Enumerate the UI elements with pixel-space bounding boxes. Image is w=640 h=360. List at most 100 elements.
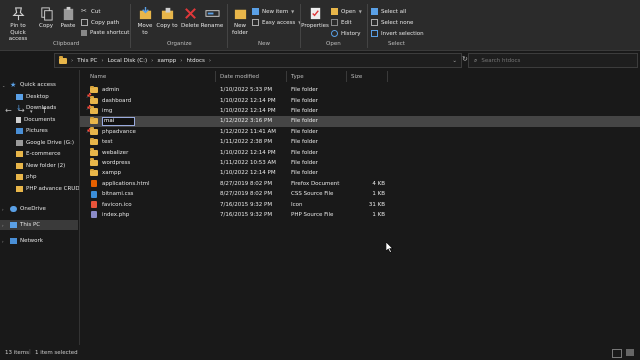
folder-icon [90,158,98,166]
pin-to-quick-access-button[interactable]: Pin to Quick access [4,6,32,43]
file-size [351,168,385,178]
network-icon [10,238,17,244]
properties-label: Properties [301,23,329,29]
table-row[interactable]: wordpress 1/11/2022 10:53 AM File folder [80,158,640,168]
table-row[interactable]: index.php 7/16/2015 9:32 PM PHP Source Fil… [80,210,640,220]
sidebar-item-label: php [26,174,37,180]
easy-access-label: Easy access [262,19,296,26]
breadcrumb-this-pc[interactable]: This PC [77,58,97,64]
address-dropdown-chevron-icon[interactable]: ⌄ [452,58,457,64]
delete-label: Delete [180,23,200,29]
sidebar-item-label: OneDrive [20,206,46,212]
select-none-label: Select none [381,19,414,26]
file-date: 8/27/2019 8:02 PM [220,191,273,198]
file-date: 1/11/2022 2:38 PM [220,139,273,146]
file-name-cell: wordpress [90,158,130,168]
breadcrumb-chevron-icon: › [180,57,183,64]
file-name: index.php [102,211,130,218]
expand-chevron-icon[interactable]: › [2,239,10,244]
sidebar-item-quick-access[interactable]: ⌄ ★ Quick access [0,80,78,90]
breadcrumb-local-disk[interactable]: Local Disk (C:) [108,58,148,64]
new-folder-icon [234,9,246,20]
copy-button[interactable]: Copy [36,6,56,30]
column-header-type[interactable]: Type [291,70,304,83]
new-item-button[interactable]: New item ▼ [252,8,294,15]
table-row[interactable]: phpadvance 1/12/2022 11:41 AM File folder [80,127,640,137]
properties-icon [310,7,320,20]
open-button[interactable]: Open ▼ [331,8,362,15]
table-row[interactable]: test 1/11/2022 2:38 PM File folder [80,137,640,147]
file-size [351,127,385,137]
folder-icon [16,185,23,192]
move-to-button[interactable]: Move to [134,6,156,36]
details-view-icon[interactable] [612,349,622,358]
column-header-size[interactable]: Size [351,70,362,83]
address-bar[interactable]: › This PC › Local Disk (C:) › xampp › ht… [54,53,462,68]
expand-chevron-icon[interactable]: ⌄ [2,83,10,88]
file-date: 8/27/2019 8:02 PM [220,180,273,187]
cut-button[interactable]: ✂ Cut [81,8,100,15]
file-type: File folder [291,159,318,166]
large-icons-view-icon[interactable] [626,349,634,356]
table-row-selected[interactable]: mai 1/12/2022 3:16 PM File folder [80,116,640,127]
breadcrumb-xampp[interactable]: xampp [157,58,176,64]
select-all-button[interactable]: Select all [371,8,406,15]
file-date: 7/16/2015 9:32 PM [220,211,273,218]
copy-to-button[interactable]: Copy to [156,6,178,30]
expand-chevron-icon[interactable]: › [2,207,10,212]
table-row[interactable]: img 1/10/2022 12:14 PM File folder [80,106,640,116]
ribbon-divider [227,4,228,48]
sidebar-item-onedrive[interactable]: › OneDrive [0,204,78,214]
sidebar-item-label: New folder (2) [26,162,66,169]
expand-chevron-icon[interactable]: › [2,223,10,228]
file-type: CSS Source File [291,191,334,198]
history-icon [331,30,338,37]
paste-shortcut-button[interactable]: Paste shortcut [81,30,129,36]
file-name: admin [102,87,120,94]
file-type: Firefox Document [291,180,340,187]
table-row[interactable]: xampp 1/10/2022 12:14 PM File folder [80,168,640,178]
selection-count: 1 item selected [35,350,78,356]
breadcrumb-htdocs[interactable]: htdocs [187,58,205,64]
select-none-button[interactable]: Select none [371,19,413,26]
table-row[interactable]: admin 1/10/2022 5:33 PM File folder [80,85,640,95]
file-size: 1 KB [372,211,385,218]
column-divider[interactable] [387,71,388,82]
easy-access-icon [252,19,259,26]
column-header-date-modified[interactable]: Date modified [220,70,259,83]
properties-button[interactable]: Properties [301,6,329,30]
history-button[interactable]: History [331,30,361,37]
table-row[interactable]: applications.html 8/27/2019 8:02 PM Firefo… [80,179,640,189]
rename-button[interactable]: Rename [201,6,223,30]
search-box[interactable]: ⌕ [468,53,638,68]
easy-access-button[interactable]: Easy access ▼ [252,19,301,26]
file-name: phpadvance [102,128,136,135]
rename-input[interactable]: mai [102,116,135,126]
computer-icon [10,222,17,228]
copy-icon [40,7,53,21]
column-divider[interactable] [215,71,216,82]
column-divider[interactable] [286,71,287,82]
table-row[interactable]: bitnami.css 8/27/2019 8:02 PM CSS Source F… [80,189,640,199]
column-divider[interactable] [346,71,347,82]
chevron-down-icon: ▼ [358,9,362,14]
copy-path-button[interactable]: Copy path [81,19,119,26]
invert-selection-button[interactable]: Invert selection [371,30,424,37]
paste-button[interactable]: Paste [58,6,78,30]
folder-icon [90,137,98,146]
sidebar-item-network[interactable]: › Network [0,236,78,246]
table-row[interactable]: dashboard 1/10/2022 12:14 PM File folder [80,95,640,105]
table-row[interactable]: favicon.ico 7/16/2015 9:32 PM Icon 31 KB [80,199,640,209]
new-folder-button[interactable]: New folder [230,6,250,36]
invert-selection-label: Invert selection [381,30,424,37]
column-header-name[interactable]: Name [90,70,106,83]
edit-button[interactable]: Edit [331,19,352,26]
search-input[interactable] [481,57,622,64]
table-row[interactable]: webalizer 1/10/2022 12:14 PM File folder [80,147,640,157]
clipboard-group-label: Clipboard [53,41,80,47]
delete-button[interactable]: Delete [180,6,200,30]
sidebar-item-this-pc[interactable]: › This PC [0,220,78,230]
file-date: 1/10/2022 12:14 PM [220,97,276,104]
file-type: PHP Source File [291,211,334,218]
refresh-icon[interactable]: ↻ [462,55,468,63]
